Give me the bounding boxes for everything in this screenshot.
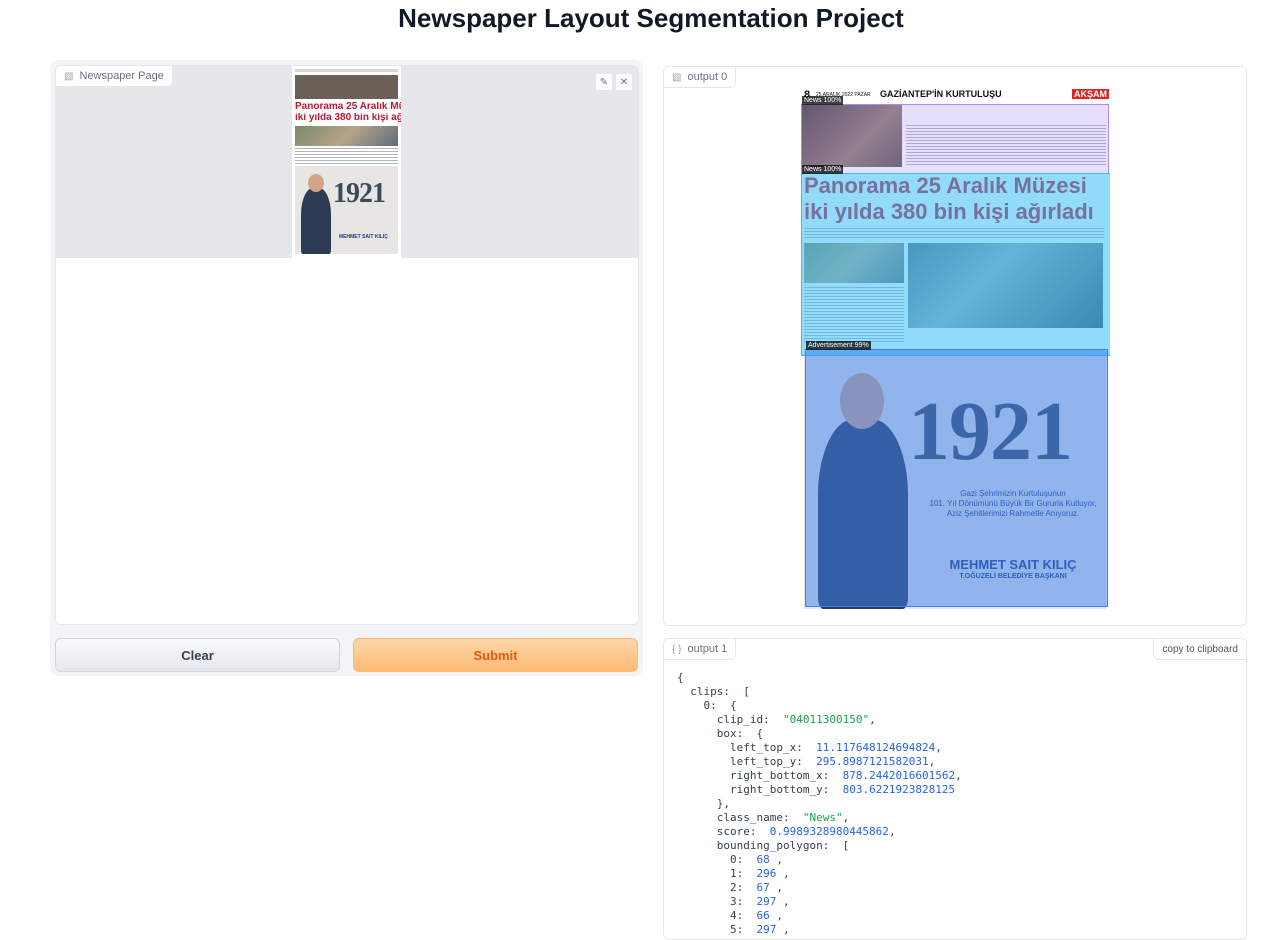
json-polygon-5: 297 [756, 923, 777, 936]
segment-tag: News 100% [802, 165, 844, 174]
json-class-name: News [809, 811, 836, 824]
input-label-chip: ▧ Newspaper Page [56, 66, 173, 87]
json-right-bottom-y: 803.6221923828125 [842, 783, 956, 796]
newspaper-thumbnail: Panorama 25 Aralık Müzesi iki yılda 380 … [292, 66, 401, 258]
segment-advertisement: Advertisement 99% [805, 341, 1108, 607]
json-polygon-0: 68 [756, 853, 770, 866]
pencil-icon[interactable]: ✎ [595, 73, 613, 91]
thumb-ad-year: 1921 [333, 178, 386, 209]
json-polygon-1: 296 [756, 867, 777, 880]
thumb-ad-name: MEHMET SAIT KILIÇ [339, 234, 388, 240]
json-polygon-3: 297 [756, 895, 777, 908]
output0-label: output 0 [687, 71, 728, 83]
close-icon[interactable]: ✕ [615, 73, 633, 91]
submit-button[interactable]: Submit [353, 638, 638, 672]
image-icon: ▧ [64, 70, 74, 82]
thumb-headline-1: Panorama 25 Aralık Müzesi [295, 102, 401, 112]
brand-logo: AKŞAM [1072, 89, 1109, 99]
segment-news-1: News 100% [801, 96, 1109, 174]
json-icon: { } [672, 643, 682, 655]
output0-label-chip: ▧ output 0 [664, 67, 737, 88]
image-upload-panel[interactable]: ▧ Newspaper Page Panorama 25 Aralık Müze… [55, 65, 639, 625]
output1-label: output 1 [687, 643, 728, 655]
masthead: GAZİANTEP'İN KURTULUŞU [880, 89, 1002, 99]
output-json-panel: { } output 1 copy to clipboard { clips: … [663, 638, 1247, 940]
json-polygon-2: 67 [756, 881, 770, 894]
output-image-panel: ▧ output 0 8 25 ARALIK 2022 PAZAR GAZİAN… [663, 66, 1247, 626]
json-left-top-x: 11.117648124694824 [816, 741, 936, 754]
image-icon: ▧ [672, 71, 682, 83]
input-column: ▧ Newspaper Page Panorama 25 Aralık Müze… [50, 60, 643, 676]
segmented-newspaper-image: 8 25 ARALIK 2022 PAZAR GAZİANTEP'İN KURT… [800, 87, 1110, 617]
json-score: 0.9989328980445862 [769, 825, 889, 838]
segment-tag: News 100% [802, 96, 844, 105]
segment-tag: Advertisement 99% [806, 341, 871, 350]
json-right-bottom-x: 878.2442016601562 [842, 769, 956, 782]
image-preview-area: Panorama 25 Aralık Müzesi iki yılda 380 … [56, 66, 638, 258]
input-label: Newspaper Page [79, 70, 164, 82]
json-left-top-y: 295.8987121582031 [816, 755, 929, 768]
output1-label-chip: { } output 1 [664, 639, 737, 660]
copy-to-clipboard-button[interactable]: copy to clipboard [1153, 639, 1246, 660]
clear-button[interactable]: Clear [55, 638, 340, 672]
json-viewer: { clips: [ 0: { clip_id: "04011300150", … [677, 671, 962, 936]
segment-news-2: News 100% [801, 165, 1110, 356]
page-title: Newspaper Layout Segmentation Project [398, 3, 904, 33]
json-polygon-4: 66 [756, 909, 770, 922]
json-clip-id: 04011300150 [789, 713, 863, 726]
thumb-headline-2: iki yılda 380 bin kişi ağırladı [295, 113, 401, 123]
